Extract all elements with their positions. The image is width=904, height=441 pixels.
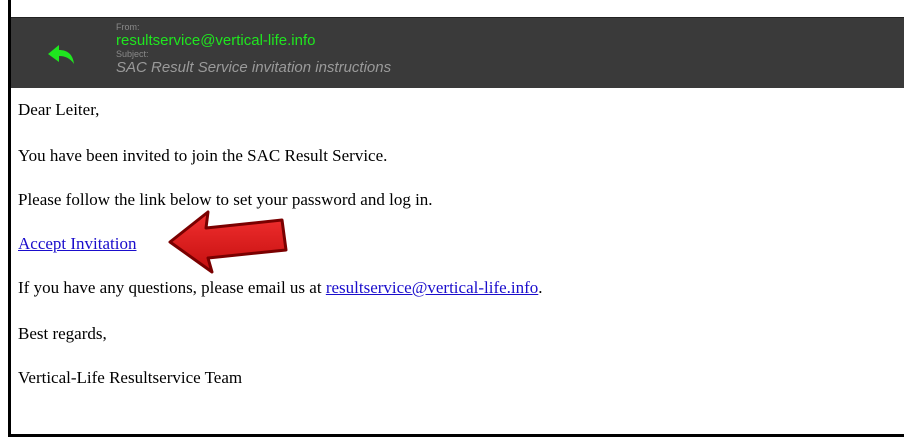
invite-line: You have been invited to join the SAC Re… [18, 146, 388, 165]
from-label: From: [116, 22, 140, 32]
questions-suffix: . [538, 278, 543, 297]
subject-label: Subject: [116, 49, 149, 59]
closing: Best regards, [18, 324, 107, 343]
accept-invitation-link[interactable]: Accept Invitation [18, 234, 137, 253]
email-meta: From: resultservice@vertical-life.info S… [116, 22, 391, 77]
from-address: resultservice@vertical-life.info [116, 32, 316, 49]
questions-line: If you have any questions, please email … [18, 278, 543, 298]
signature: Vertical-Life Resultservice Team [18, 368, 243, 387]
greeting: Dear Leiter, [18, 100, 100, 119]
reply-icon[interactable] [47, 44, 75, 66]
subject-text: SAC Result Service invitation instructio… [116, 59, 392, 76]
support-email-link[interactable]: resultservice@vertical-life.info [326, 278, 538, 297]
accept-row: Accept Invitation [18, 234, 137, 254]
questions-prefix: If you have any questions, please email … [18, 278, 326, 297]
red-arrow-icon [168, 210, 288, 274]
email-header: From: resultservice@vertical-life.info S… [11, 17, 904, 88]
